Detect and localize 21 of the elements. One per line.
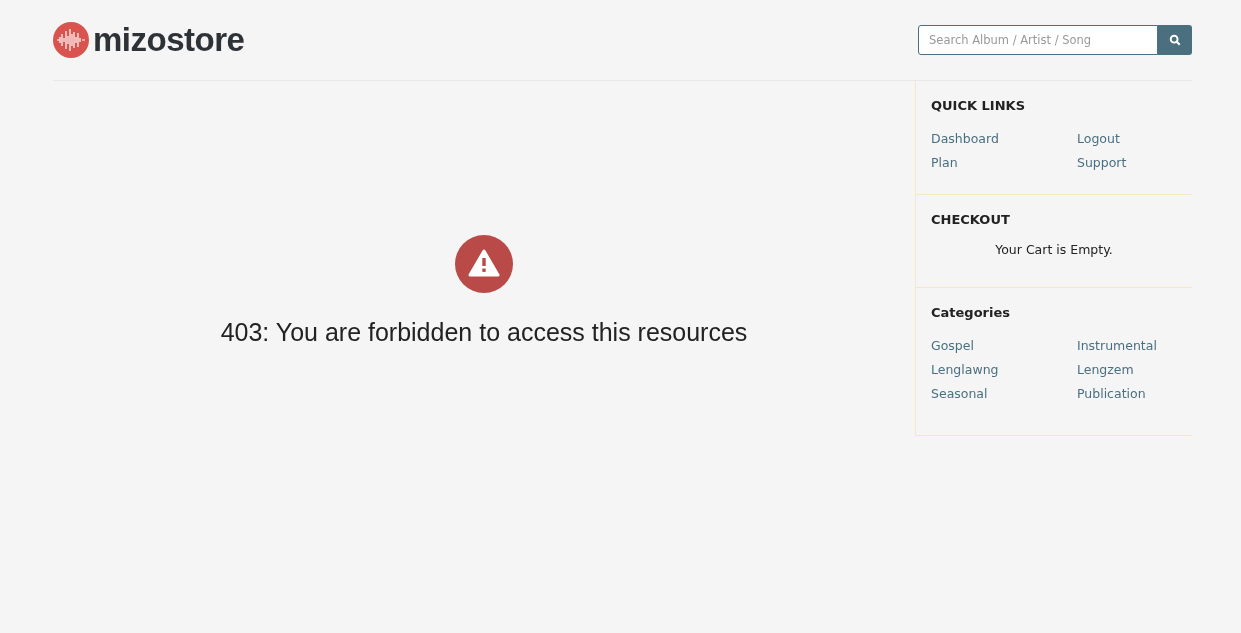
- sidebar-link[interactable]: Publication: [1077, 385, 1146, 403]
- sidebar-link[interactable]: Seasonal: [931, 385, 988, 403]
- sidebar-link[interactable]: Plan: [931, 154, 958, 172]
- logo-icon: [53, 22, 89, 58]
- sidebar-link[interactable]: Instrumental: [1077, 337, 1157, 355]
- error-message: 403: You are forbidden to access this resources: [220, 318, 748, 347]
- sidebar-link[interactable]: Dashboard: [931, 130, 999, 148]
- sidebar-link[interactable]: Lengzem: [1077, 361, 1134, 379]
- search-field[interactable]: Search Album / Artist / Song: [918, 25, 1158, 55]
- section-title: CHECKOUT: [931, 212, 1011, 227]
- search-icon: [1169, 34, 1181, 46]
- logo-text[interactable]: mizostore: [93, 21, 245, 59]
- warning-icon: [455, 235, 513, 293]
- section-title: QUICK LINKS: [931, 98, 1027, 113]
- section-title: Categories: [931, 305, 1011, 320]
- cart-status: Your Cart is Empty.: [994, 242, 1114, 257]
- sidebar-link[interactable]: Lenglawng: [931, 361, 999, 379]
- search-button[interactable]: [1158, 25, 1192, 55]
- sidebar-link[interactable]: Gospel: [931, 337, 974, 355]
- sidebar-link[interactable]: Logout: [1077, 130, 1120, 148]
- sidebar-link[interactable]: Support: [1077, 154, 1127, 172]
